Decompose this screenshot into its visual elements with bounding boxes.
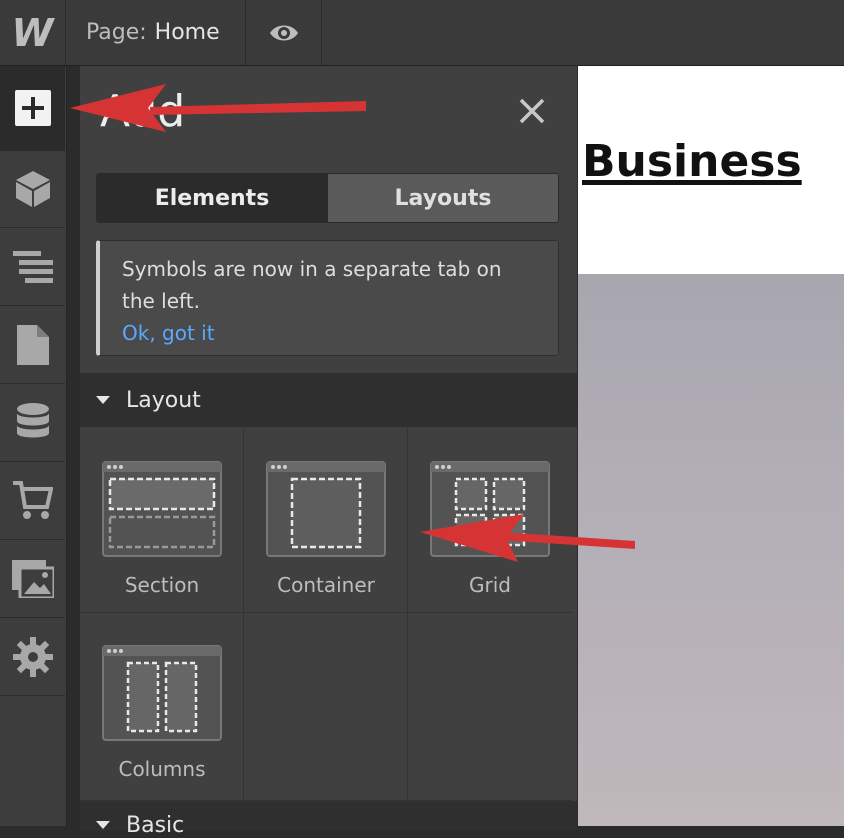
tab-elements[interactable]: Elements [97,174,327,222]
page-icon [16,324,49,365]
element-label: Columns [118,757,206,781]
canvas-header: Business [578,66,844,274]
sidebar-item-symbols[interactable] [0,150,65,228]
empty-cell [244,613,408,801]
add-panel: Add Elements Layouts Symbols are now in … [80,66,577,838]
caret-down-icon [96,821,110,829]
basic-section-header[interactable]: Basic [80,801,577,838]
sidebar-item-cms[interactable] [0,384,65,462]
webflow-logo[interactable]: W [0,0,66,65]
plus-icon [14,90,51,126]
layout-elements-grid: Section Container Grid Columns [80,429,577,801]
eye-icon [270,25,298,40]
element-container[interactable]: Container [244,429,408,613]
page-value: Home [154,20,220,45]
element-label: Grid [469,573,511,597]
sidebar-item-add[interactable] [0,66,65,151]
images-icon [11,559,54,598]
notice-text: Symbols are now in a separate tab on the… [122,257,502,313]
sidebar-item-pages[interactable] [0,306,65,384]
preview-button[interactable] [247,0,322,65]
element-columns[interactable]: Columns [80,613,244,801]
sidebar-item-navigator[interactable] [0,228,65,306]
design-canvas[interactable]: Business [578,66,844,826]
dismiss-notice-link[interactable]: Ok, got it [122,317,536,349]
symbols-notice: Symbols are now in a separate tab on the… [96,240,559,356]
tab-layouts[interactable]: Layouts [327,174,558,222]
sidebar-item-ecommerce[interactable] [0,462,65,540]
top-bar: W Page: Home [0,0,844,66]
sidebar-item-assets[interactable] [0,540,65,618]
cart-icon [12,480,53,519]
grid-icon [430,461,550,557]
layout-section-header[interactable]: Layout [80,373,577,427]
element-section[interactable]: Section [80,429,244,613]
panel-title: Add [100,86,186,137]
brand-text[interactable]: Business [582,136,802,187]
logo-letter: W [11,10,54,55]
navigator-icon [12,250,53,283]
element-label: Section [124,573,200,597]
cube-icon [15,170,50,207]
left-sidebar [0,66,67,826]
columns-icon [102,645,222,741]
panel-tabs: Elements Layouts [96,173,559,223]
database-icon [16,402,49,437]
gear-icon [12,636,53,677]
caret-down-icon [96,396,110,404]
empty-cell [408,613,572,801]
section-icon [102,461,222,557]
element-label: Container [277,573,375,597]
close-icon [519,98,545,124]
close-panel-button[interactable] [517,96,547,126]
page-label: Page: [86,20,147,45]
page-selector[interactable]: Page: Home [66,0,246,65]
container-icon [266,461,386,557]
layout-section-title: Layout [126,387,201,413]
sidebar-item-settings[interactable] [0,618,65,696]
element-grid[interactable]: Grid [408,429,572,613]
